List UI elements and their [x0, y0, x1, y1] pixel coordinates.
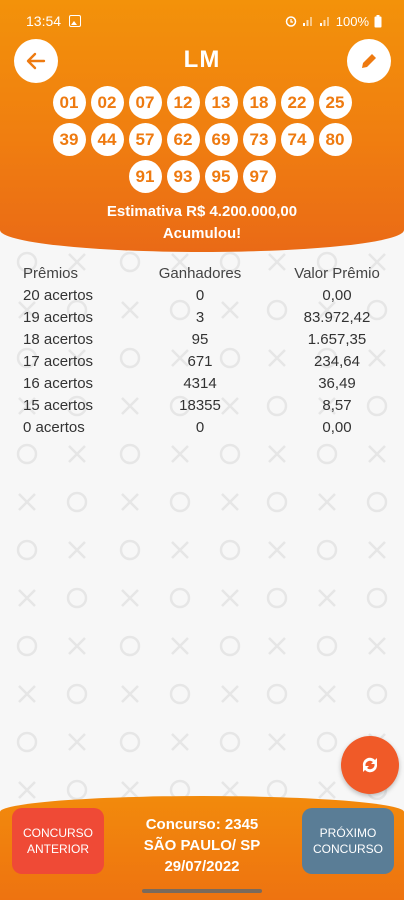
cell-prize-value: 0,00 [322, 286, 352, 304]
cell-prize-tier: 16 acertos [23, 374, 94, 392]
table-row: 17 acertos 671 234,64 [0, 350, 404, 372]
previous-contest-button[interactable]: CONCURSO ANTERIOR [12, 808, 104, 874]
number-ball: 18 [242, 86, 276, 119]
cell-winners: 671 [187, 352, 213, 370]
cell-prize-tier: 0 acertos [23, 418, 85, 436]
table-row: 15 acertos 18355 8,57 [0, 394, 404, 416]
footer-bar: CONCURSO ANTERIOR Concurso: 2345 SÃO PAU… [0, 796, 404, 900]
table-row: 20 acertos 0 0,00 [0, 284, 404, 306]
number-ball: 01 [52, 86, 86, 119]
number-ball: 57 [128, 123, 162, 156]
header-premios: Prêmios [23, 264, 79, 282]
cell-prize-value: 0,00 [322, 418, 352, 436]
contest-date: 29/07/2022 [164, 858, 240, 875]
cell-prize-tier: 18 acertos [23, 330, 94, 348]
accumulated-status: Acumulou! [162, 225, 242, 242]
number-ball: 93 [166, 160, 200, 193]
table-header: Prêmios Ganhadores Valor Prêmio [0, 262, 404, 284]
refresh-button[interactable] [341, 736, 399, 794]
cell-prize-value: 8,57 [322, 396, 352, 414]
signal-icon-2 [319, 17, 329, 26]
table-row: 19 acertos 3 83.972,42 [0, 306, 404, 328]
cell-winners: 95 [191, 330, 209, 348]
contest-number: Concurso: 2345 [145, 816, 259, 833]
table-row: 0 acertos 0 0,00 [0, 416, 404, 438]
gallery-icon [69, 15, 82, 27]
signal-icon [302, 17, 312, 26]
contest-info: Concurso: 2345 SÃO PAULO/ SP 29/07/2022 [110, 814, 294, 877]
edit-button[interactable] [347, 39, 391, 83]
cell-prize-tier: 20 acertos [23, 286, 94, 304]
number-ball: 62 [166, 123, 200, 156]
number-ball: 07 [128, 86, 162, 119]
cell-prize-value: 234,64 [314, 352, 360, 370]
cell-prize-value: 83.972,42 [303, 308, 371, 326]
cell-prize-tier: 15 acertos [23, 396, 94, 414]
number-ball: 97 [242, 160, 276, 193]
alarm-icon [285, 16, 296, 27]
home-indicator[interactable] [142, 889, 262, 893]
header-valor: Valor Prêmio [294, 264, 380, 282]
battery-icon [374, 14, 382, 27]
app-header: 13:54 100% LM 01 02 07 12 13 18 22 25 39 44 57 62 69… [0, 0, 404, 252]
contest-location: SÃO PAULO/ SP [143, 837, 261, 854]
number-ball: 44 [90, 123, 124, 156]
table-row: 16 acertos 4314 36,49 [0, 372, 404, 394]
pencil-icon [362, 52, 378, 68]
number-ball: 69 [204, 123, 238, 156]
number-ball: 13 [204, 86, 238, 119]
cell-winners: 0 [195, 286, 205, 304]
prize-table: Prêmios Ganhadores Valor Prêmio 20 acert… [0, 262, 404, 438]
number-ball: 25 [318, 86, 352, 119]
prize-estimate: Estimativa R$ 4.200.000,00 [106, 203, 298, 220]
number-ball: 73 [242, 123, 276, 156]
number-ball: 91 [128, 160, 162, 193]
number-ball: 12 [166, 86, 200, 119]
page-title: LM [183, 46, 221, 73]
refresh-icon [362, 757, 378, 773]
status-bar: 13:54 100% [0, 0, 404, 42]
number-ball: 74 [280, 123, 314, 156]
cell-prize-tier: 17 acertos [23, 352, 94, 370]
cell-winners: 3 [195, 308, 205, 326]
number-ball: 22 [280, 86, 314, 119]
battery-level: 100% [335, 13, 369, 29]
cell-winners: 0 [195, 418, 205, 436]
drawn-numbers: 01 02 07 12 13 18 22 25 39 44 57 62 69 73 74 80 91 93 95 97 [0, 86, 404, 193]
cell-prize-value: 36,49 [318, 374, 356, 392]
number-ball: 39 [52, 123, 86, 156]
status-time: 13:54 [26, 13, 62, 29]
cell-winners: 4314 [183, 374, 217, 392]
number-ball: 95 [204, 160, 238, 193]
header-ganhadores: Ganhadores [158, 264, 242, 282]
table-row: 18 acertos 95 1.657,35 [0, 328, 404, 350]
cell-prize-value: 1.657,35 [307, 330, 367, 348]
number-ball: 02 [90, 86, 124, 119]
cell-winners: 18355 [179, 396, 221, 414]
number-ball: 80 [318, 123, 352, 156]
cell-prize-tier: 19 acertos [23, 308, 94, 326]
next-contest-button[interactable]: PRÓXIMO CONCURSO [302, 808, 394, 874]
